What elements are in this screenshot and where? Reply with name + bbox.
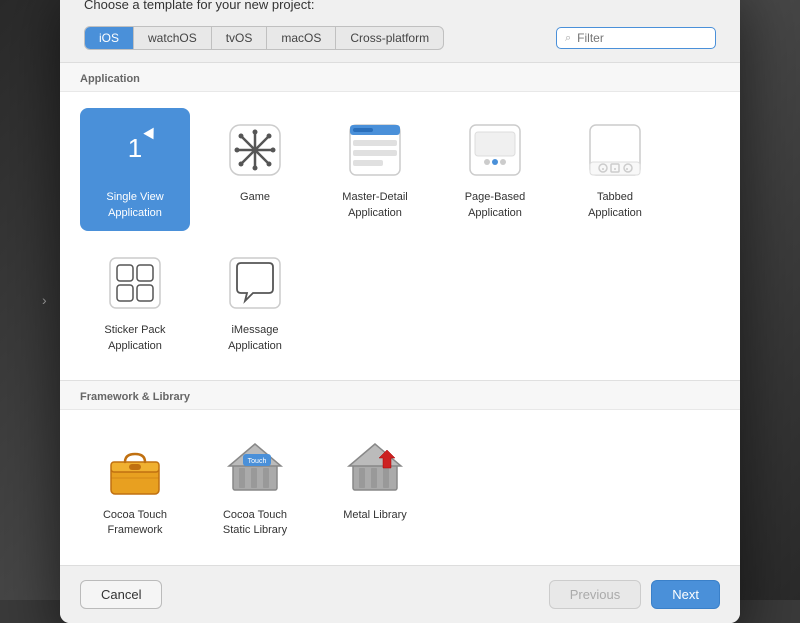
tabbed-icon (583, 118, 647, 182)
metal-library-icon (343, 436, 407, 500)
cocoa-touch-static-label: Cocoa TouchStatic Library (223, 508, 287, 539)
game-label: Game (240, 190, 270, 205)
template-dialog: Choose a template for your new project: … (60, 0, 740, 623)
game-icon (223, 118, 287, 182)
template-cocoa-touch-static[interactable]: Touch Cocoa TouchStatic Library (200, 426, 310, 549)
tab-watchos[interactable]: watchOS (134, 27, 212, 49)
svg-text:Touch: Touch (248, 458, 267, 465)
dialog-body: Application 1 Single ViewApplication (60, 62, 740, 564)
template-sticker-pack[interactable]: Sticker PackApplication (80, 241, 190, 364)
sticker-pack-icon (103, 251, 167, 315)
section-application-label: Application (60, 63, 740, 92)
framework-grid: Cocoa TouchFramework (60, 410, 740, 565)
template-tabbed[interactable]: TabbedApplication (560, 108, 670, 231)
imessage-icon (223, 251, 287, 315)
template-page-based[interactable]: Page-BasedApplication (440, 108, 550, 231)
dialog-title: Choose a template for your new project: (84, 0, 716, 12)
tabbed-label: TabbedApplication (588, 190, 642, 221)
platform-tabs: iOS watchOS tvOS macOS Cross-platform (84, 26, 444, 50)
resize-handle[interactable]: › (42, 292, 47, 308)
master-detail-icon (343, 118, 407, 182)
dialog-header: Choose a template for your new project: … (60, 0, 740, 62)
master-detail-label: Master-DetailApplication (342, 190, 407, 221)
filter-icon: ⌕ (565, 32, 571, 45)
application-grid: 1 Single ViewApplication (60, 92, 740, 380)
previous-button[interactable]: Previous (549, 580, 642, 609)
single-view-icon: 1 (103, 118, 167, 182)
tab-ios[interactable]: iOS (85, 27, 134, 49)
tab-cross-platform[interactable]: Cross-platform (336, 27, 443, 49)
footer-right: Previous Next (549, 580, 720, 609)
cocoa-touch-static-icon: Touch (223, 436, 287, 500)
filter-input[interactable] (577, 31, 707, 45)
template-game[interactable]: Game (200, 108, 310, 231)
dialog-footer: Cancel Previous Next (60, 565, 740, 623)
template-imessage[interactable]: iMessageApplication (200, 241, 310, 364)
metal-library-label: Metal Library (343, 508, 407, 523)
cocoa-touch-framework-icon (103, 436, 167, 500)
tab-tvos[interactable]: tvOS (212, 27, 268, 49)
framework-section: Framework & Library (60, 380, 740, 565)
template-metal-library[interactable]: Metal Library (320, 426, 430, 549)
template-master-detail[interactable]: Master-DetailApplication (320, 108, 430, 231)
template-single-view[interactable]: 1 Single ViewApplication (80, 108, 190, 231)
single-view-label: Single ViewApplication (106, 190, 163, 221)
section-framework-label: Framework & Library (60, 381, 740, 410)
filter-wrap: ⌕ (556, 27, 716, 49)
tabs-row: iOS watchOS tvOS macOS Cross-platform ⌕ (84, 26, 716, 50)
tab-macos[interactable]: macOS (267, 27, 336, 49)
sticker-pack-label: Sticker PackApplication (104, 323, 165, 354)
cocoa-touch-framework-label: Cocoa TouchFramework (103, 508, 167, 539)
page-based-icon (463, 118, 527, 182)
template-cocoa-touch-framework[interactable]: Cocoa TouchFramework (80, 426, 190, 549)
cancel-button[interactable]: Cancel (80, 580, 162, 609)
page-based-label: Page-BasedApplication (465, 190, 526, 221)
next-button[interactable]: Next (651, 580, 720, 609)
imessage-label: iMessageApplication (228, 323, 282, 354)
